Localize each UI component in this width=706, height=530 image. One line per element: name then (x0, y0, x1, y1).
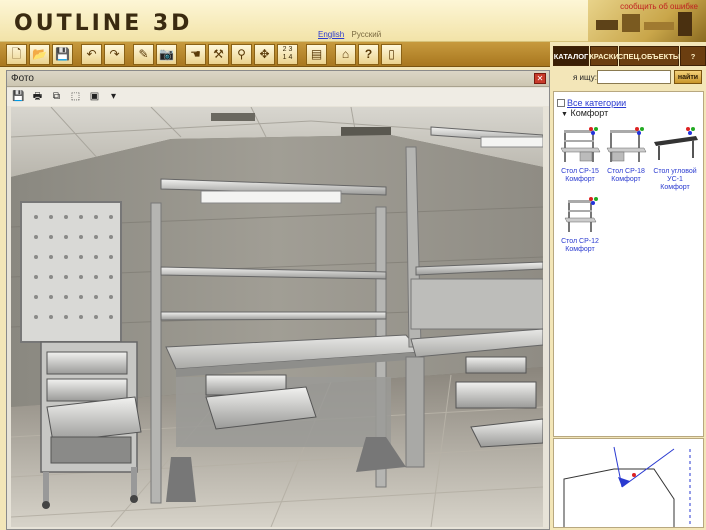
open-button[interactable]: 📂 (29, 43, 50, 65)
product-name: Стол СР-18 (607, 168, 645, 175)
header: OUTLINE 3D English Русский сообщить об о… (0, 0, 706, 42)
product-name: Стол СР-15 (561, 168, 599, 175)
tab-help[interactable]: ? (680, 46, 706, 66)
category-comfort-label: Комфорт (570, 108, 609, 118)
view-number-top: 2 3 (282, 46, 293, 53)
category-comfort[interactable]: ▼ Комфорт (561, 108, 608, 118)
photo-view-dropdown[interactable]: ▾ (106, 90, 121, 104)
photo-title: Фото (11, 73, 34, 84)
product-thumbnail (650, 126, 700, 166)
undo-button[interactable]: ↶ (81, 43, 102, 65)
tab-paints[interactable]: КРАСКИ (589, 46, 619, 66)
all-categories-link[interactable]: Все категории (557, 98, 626, 108)
photo-save-button[interactable]: 💾 (11, 90, 26, 104)
search-label: я ищу: (573, 73, 597, 82)
photo-toolbar: 💾 🖶 ⧉ ⬚ ▣ ▾ (7, 88, 549, 106)
product-series: Комфорт (565, 246, 595, 253)
print-icon: 🖶 (32, 91, 43, 102)
render-viewport[interactable] (11, 107, 543, 527)
product-name: Стол угловой (653, 168, 697, 175)
language-switcher: English Русский (318, 30, 386, 39)
app-logo: OUTLINE 3D (14, 11, 193, 36)
report-error-link[interactable]: сообщить об ошибке (620, 2, 698, 11)
camera-button[interactable]: 📷 (156, 43, 177, 65)
lang-russian[interactable]: Русский (351, 30, 381, 39)
save-icon: 💾 (55, 47, 70, 61)
pin-button[interactable]: ⚲ (231, 43, 252, 65)
camera-icon: 📷 (159, 47, 174, 61)
close-icon: ✕ (536, 74, 544, 83)
tab-special-objects[interactable]: СПЕЦ.ОБЪЕКТЫ (618, 46, 680, 66)
move-button[interactable]: ✥ (254, 43, 275, 65)
floor-plan-minimap[interactable] (553, 438, 704, 528)
product-card-sr18[interactable]: Стол СР-18 Комфорт (604, 126, 648, 184)
right-panel-tabs: КАТАЛОГ КРАСКИ СПЕЦ.ОБЪЕКТЫ ? (553, 46, 706, 66)
photo-titlebar: Фото ✕ (7, 71, 549, 87)
tab-catalog[interactable]: КАТАЛОГ (553, 46, 589, 66)
photo-print-button[interactable]: 🖶 (30, 90, 45, 104)
home-icon: ⌂ (341, 47, 350, 61)
save-icon: 💾 (12, 91, 25, 102)
product-series: Комфорт (565, 176, 595, 183)
photo-camera-view-button[interactable]: ▣ (87, 90, 102, 104)
header-banner-image: сообщить об ошибке (588, 0, 706, 42)
product-thumbnail (558, 126, 602, 166)
tool-button[interactable]: ⚒ (208, 43, 229, 65)
save-button[interactable]: 💾 (52, 43, 73, 65)
triangle-down-icon: ▼ (561, 111, 568, 118)
product-model: УС-1 (667, 176, 683, 183)
open-folder-icon: 📂 (32, 47, 47, 61)
product-series: Комфорт (611, 176, 641, 183)
hand-button[interactable]: ☚ (185, 43, 206, 65)
product-card-us1[interactable]: Стол угловой УС-1 Комфорт (650, 126, 700, 192)
document-icon: ▤ (310, 47, 323, 61)
product-card-sr12[interactable]: Стол СР-12 Комфорт (558, 196, 602, 254)
edit-icon: ✎ (138, 47, 149, 61)
page-button[interactable]: ▯ (381, 43, 402, 65)
redo-icon: ↷ (109, 47, 120, 61)
pin-icon: ⚲ (237, 47, 246, 61)
undo-icon: ↶ (86, 47, 97, 61)
minimap-drawing (563, 446, 691, 527)
search-input[interactable] (597, 70, 671, 84)
view-number-button[interactable]: 2 3 1 4 (277, 43, 298, 65)
product-series: Комфорт (660, 184, 690, 191)
document-button[interactable]: ▤ (306, 43, 327, 65)
render-scene (11, 107, 543, 527)
fit-icon: ⧉ (52, 91, 61, 102)
search-row: я ищу: найти (553, 68, 706, 88)
close-button[interactable]: ✕ (534, 73, 546, 84)
product-thumbnail (558, 196, 602, 236)
home-button[interactable]: ⌂ (335, 43, 356, 65)
checkbox-icon (557, 99, 565, 107)
all-categories-label: Все категории (567, 98, 627, 108)
product-thumbnail (604, 126, 648, 166)
new-button[interactable]: 🗋 (6, 43, 27, 65)
redo-button[interactable]: ↷ (104, 43, 125, 65)
tool-icon: ⚒ (213, 47, 224, 61)
edit-button[interactable]: ✎ (133, 43, 154, 65)
new-icon: 🗋 (11, 47, 22, 61)
hand-icon: ☚ (190, 47, 201, 61)
photo-fit-button[interactable]: ⧉ (49, 90, 64, 104)
page-icon: ▯ (388, 47, 395, 61)
product-card-sr15[interactable]: Стол СР-15 Комфорт (558, 126, 602, 184)
help-icon: ? (364, 47, 373, 61)
product-name: Стол СР-12 (561, 238, 599, 245)
camera-view-icon: ▣ (89, 91, 100, 102)
catalog-panel: Все категории ▼ Комфорт Стол СР-15 Комфор… (553, 91, 704, 437)
lang-english[interactable]: English (318, 30, 344, 39)
search-button[interactable]: найти (674, 70, 702, 84)
photo-cube-button[interactable]: ⬚ (68, 90, 83, 104)
main-toolbar: 🗋 📂 💾 ↶ ↷ ✎ 📷 ☚ ⚒ ⚲ ✥ 2 3 1 4 ▤ ⌂ ? ▯ (0, 42, 550, 67)
cube-icon: ⬚ (70, 91, 81, 102)
view-number-bottom: 1 4 (282, 54, 293, 61)
dropdown-arrow-icon: ▾ (110, 91, 117, 102)
photo-window: Фото ✕ 💾 🖶 ⧉ ⬚ ▣ ▾ (6, 70, 550, 530)
help-button[interactable]: ? (358, 43, 379, 65)
move-icon: ✥ (259, 47, 270, 61)
